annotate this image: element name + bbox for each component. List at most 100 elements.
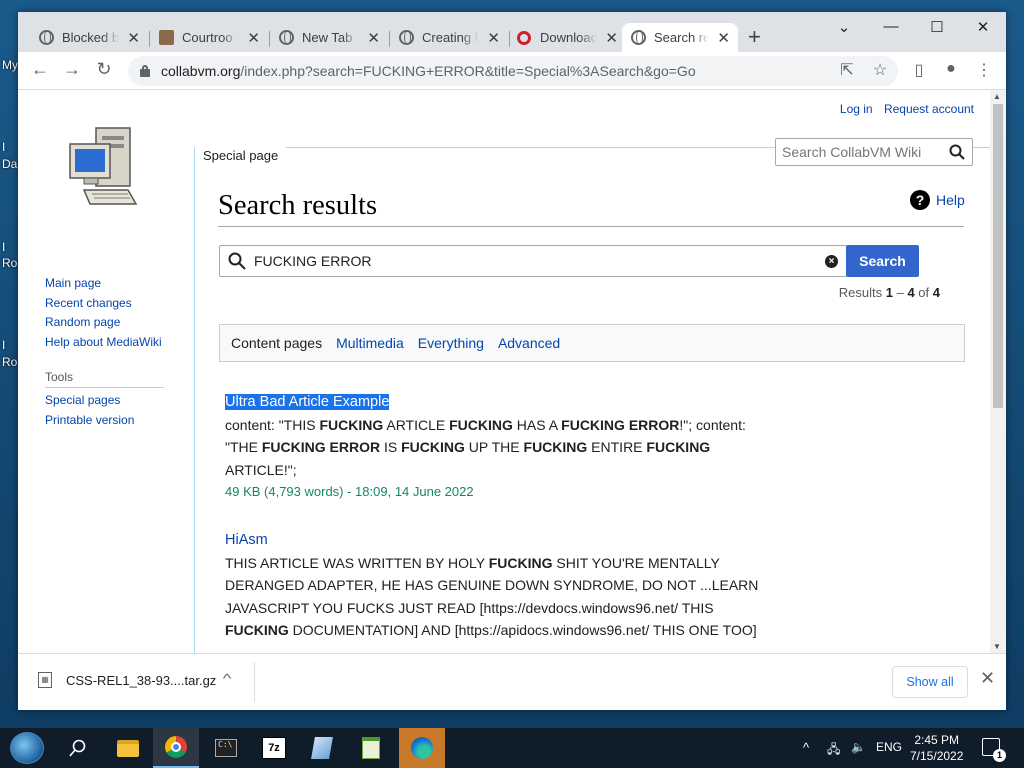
filter-content-pages[interactable]: Content pages (231, 335, 322, 351)
login-link[interactable]: Log in (840, 102, 873, 116)
download-item[interactable]: ▦ CSS-REL1_38-93....tar.gz (38, 672, 216, 688)
tab-title: Blocked b (62, 30, 120, 45)
kebab-menu-icon[interactable]: ⋮ (973, 60, 995, 80)
close-tab-icon[interactable]: ✕ (717, 29, 730, 47)
side-panel-icon[interactable]: ▯ (908, 60, 930, 80)
help-link[interactable]: ? Help (910, 190, 965, 210)
taskbar: C:\ 7z ^ 🖧 🔈 ENG 2:45 PM 7/15/2022 1 (0, 728, 1024, 768)
address-bar[interactable]: collabvm.org/index.php?search=FUCKING+ER… (128, 56, 898, 86)
browser-tab[interactable]: Download ✕ (508, 23, 626, 52)
globe-icon (630, 30, 646, 46)
file-explorer-icon[interactable] (105, 728, 151, 768)
navigation-menu: Main page Recent changes Random page Hel… (45, 276, 162, 354)
close-tab-icon[interactable]: ✕ (367, 29, 380, 47)
scroll-down-icon[interactable]: ▼ (993, 642, 1001, 651)
7zip-icon[interactable]: 7z (251, 728, 297, 768)
volume-icon[interactable]: 🔈 (851, 740, 866, 754)
globe-icon (38, 30, 54, 46)
filter-multimedia[interactable]: Multimedia (336, 335, 404, 351)
browser-tab[interactable]: Courtroo ✕ (150, 23, 268, 52)
lock-icon[interactable] (140, 65, 150, 77)
desktop-icon-label[interactable]: Ro (2, 256, 17, 270)
close-tab-icon[interactable]: ✕ (487, 29, 500, 47)
notification-icon[interactable]: 1 (982, 738, 1006, 762)
edge-icon[interactable] (399, 728, 445, 768)
clear-icon[interactable]: × (825, 255, 838, 268)
scroll-up-icon[interactable]: ▲ (993, 92, 1001, 101)
wiki-search-placeholder: Search CollabVM Wiki (782, 144, 922, 160)
download-bar: ▦ CSS-REL1_38-93....tar.gz ^ Show all ✕ (18, 653, 1006, 710)
close-tab-icon[interactable]: ✕ (127, 29, 140, 47)
language-indicator[interactable]: ENG (876, 740, 902, 754)
result-title-link[interactable]: HiAsm (225, 532, 268, 548)
wiki-search-input[interactable]: Search CollabVM Wiki (775, 138, 973, 166)
clock[interactable]: 2:45 PM 7/15/2022 (910, 732, 963, 764)
search-icon[interactable] (55, 728, 101, 768)
browser-window: Blocked b ✕ Courtroo ✕ New Tab ✕ Creatin… (18, 12, 1006, 710)
show-all-button[interactable]: Show all (892, 666, 968, 698)
start-button[interactable] (10, 732, 44, 764)
chrome-icon[interactable] (153, 728, 199, 768)
minimize-button[interactable]: — (868, 18, 914, 35)
result-title-link[interactable]: Ultra Bad Article Example (225, 394, 390, 410)
desktop-icon-label[interactable]: I (2, 140, 5, 154)
wiki-sidebar: Main page Recent changes Random page Hel… (18, 90, 194, 653)
notepad-icon[interactable] (348, 728, 394, 768)
browser-tab[interactable]: Creating U ✕ (390, 23, 508, 52)
browser-tab[interactable]: New Tab ✕ (270, 23, 388, 52)
close-tab-icon[interactable]: ✕ (247, 29, 260, 47)
snippet-match: FUCKING (523, 439, 588, 455)
browser-tab-active[interactable]: Search re ✕ (622, 23, 738, 52)
network-icon[interactable]: 🖧 (827, 740, 840, 761)
close-tab-icon[interactable]: ✕ (605, 29, 618, 47)
scrollbar-thumb[interactable] (993, 104, 1003, 408)
desktop-icon-label[interactable]: My (2, 58, 18, 72)
snippet-text: UP THE (464, 439, 524, 455)
new-tab-button[interactable]: + (748, 24, 761, 50)
snippet-match: FUCKING (449, 416, 513, 433)
desktop-icon-label[interactable]: I (2, 240, 5, 254)
search-query-value: FUCKING ERROR (254, 253, 372, 269)
bookmark-star-icon[interactable]: ☆ (869, 60, 891, 80)
app-icon[interactable] (299, 728, 345, 768)
close-download-bar-button[interactable]: ✕ (980, 668, 995, 689)
search-button[interactable]: Search (846, 245, 919, 277)
forward-arrow-icon[interactable]: → (60, 59, 84, 80)
desktop-icon-label[interactable]: Da (2, 157, 17, 171)
filter-everything[interactable]: Everything (418, 335, 484, 351)
desktop-icon-label[interactable]: Ro (2, 355, 17, 369)
share-icon[interactable]: ⇱ (836, 60, 858, 80)
snippet-text: IS (380, 439, 402, 455)
snippet-text: ARTICLE (383, 416, 450, 433)
back-arrow-icon[interactable]: ← (28, 59, 52, 80)
snippet-text: ENTIRE (587, 439, 647, 455)
close-window-button[interactable]: ✕ (960, 18, 1006, 36)
tab-search-button[interactable]: ⌄ (821, 18, 867, 36)
page-scrollbar[interactable]: ▲ ▼ (990, 90, 1006, 653)
browser-tab[interactable]: Blocked b ✕ (30, 23, 148, 52)
chevron-up-icon[interactable]: ^ (223, 671, 232, 686)
maximize-button[interactable]: ☐ (914, 18, 960, 36)
reload-icon[interactable]: ↻ (92, 59, 116, 80)
search-result: Ultra Bad Article Example content: "THIS… (225, 390, 765, 504)
terminal-icon[interactable]: C:\ (203, 728, 249, 768)
nav-help[interactable]: Help about MediaWiki (45, 335, 162, 355)
profile-avatar-icon[interactable]: ● (940, 60, 962, 78)
search-query-input[interactable]: FUCKING ERROR × (219, 245, 847, 277)
wiki-logo[interactable] (66, 126, 146, 216)
chevron-up-icon[interactable]: ^ (803, 740, 809, 755)
desktop-icon-label[interactable]: I (2, 338, 5, 352)
filter-advanced[interactable]: Advanced (498, 335, 560, 351)
search-icon[interactable] (949, 144, 965, 160)
snippet-text: THIS ARTICLE WAS WRITTEN BY HOLY (225, 554, 489, 571)
snippet-match: FUCKING (401, 439, 465, 455)
request-account-link[interactable]: Request account (884, 102, 974, 116)
nav-main-page[interactable]: Main page (45, 276, 162, 296)
tab-special-page[interactable]: Special page (195, 138, 287, 172)
nav-random-page[interactable]: Random page (45, 315, 162, 335)
opera-icon (516, 30, 532, 46)
tools-special-pages[interactable]: Special pages (45, 393, 134, 413)
tools-printable-version[interactable]: Printable version (45, 413, 134, 433)
nav-recent-changes[interactable]: Recent changes (45, 296, 162, 316)
tab-title: Search re (654, 30, 710, 45)
